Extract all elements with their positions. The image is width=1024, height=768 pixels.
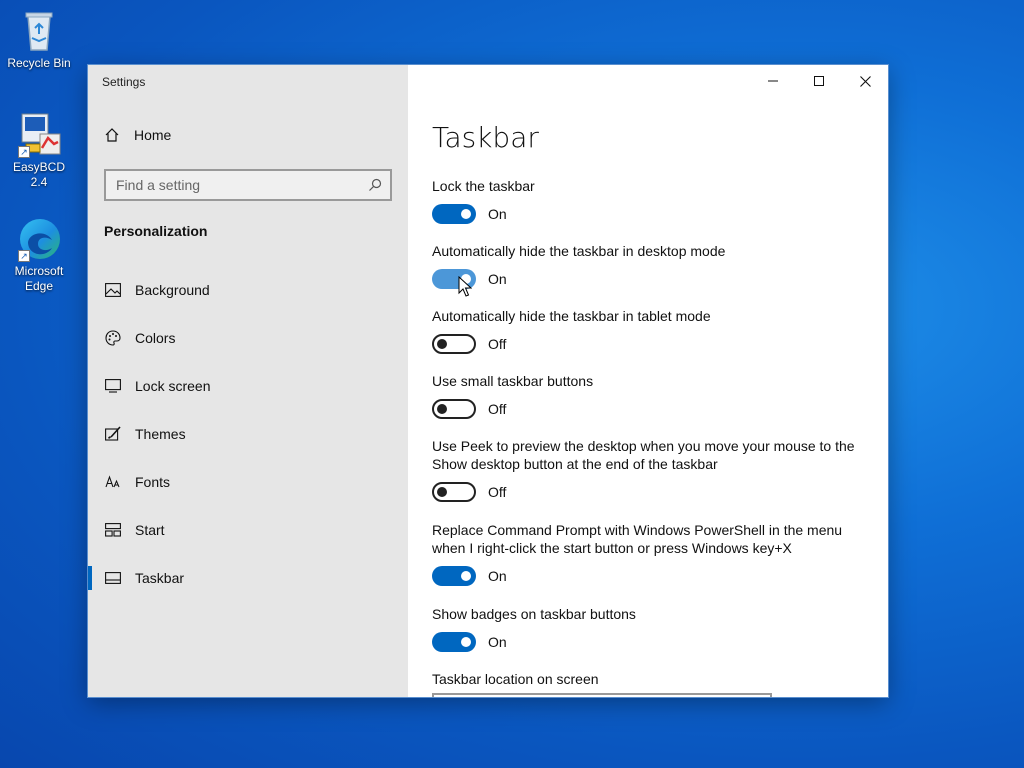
setting-label: when I right-click the start button or p…: [432, 540, 792, 556]
settings-window: Settings Home Personalization Background: [88, 65, 888, 697]
home-icon: [105, 128, 119, 142]
maximize-icon: [814, 76, 824, 86]
nav-list: Background Colors Lock screen Themes Fon…: [88, 266, 408, 602]
sidebar-item-label: Themes: [135, 426, 186, 442]
toggle-state: Off: [488, 401, 507, 417]
nav-home-label: Home: [134, 127, 172, 143]
sidebar-item-background[interactable]: Background: [88, 266, 408, 314]
section-title: Personalization: [104, 223, 208, 239]
toggle-state: Off: [488, 484, 507, 500]
setting-lock-taskbar: Lock the taskbar On: [432, 177, 872, 224]
sidebar-item-fonts[interactable]: Fonts: [88, 458, 408, 506]
setting-label: Automatically hide the taskbar in tablet…: [432, 308, 711, 324]
desktop-icon-recycle-bin[interactable]: Recycle Bin: [4, 8, 74, 71]
window-title: Settings: [102, 75, 146, 89]
desktop-icon-label: Microsoft Edge: [14, 264, 64, 293]
sidebar-item-colors[interactable]: Colors: [88, 314, 408, 362]
picture-icon: [104, 281, 122, 299]
start-grid-icon: [104, 521, 122, 539]
lock-taskbar-toggle[interactable]: [432, 204, 476, 224]
font-icon: [104, 473, 122, 491]
sidebar-item-start[interactable]: Start: [88, 506, 408, 554]
setting-location: Taskbar location on screen: [432, 670, 872, 688]
search-input[interactable]: [116, 177, 356, 193]
setting-autohide-desktop: Automatically hide the taskbar in deskto…: [432, 242, 872, 289]
setting-label: Taskbar location on screen: [432, 671, 599, 687]
setting-label: Use small taskbar buttons: [432, 373, 594, 389]
toggle-state: Off: [488, 336, 507, 352]
peek-toggle[interactable]: [432, 482, 476, 502]
sidebar-item-label: Fonts: [135, 474, 171, 490]
badges-toggle[interactable]: [432, 632, 476, 652]
small-buttons-toggle[interactable]: [432, 399, 476, 419]
desktop-icon-label: Recycle Bin: [7, 56, 71, 70]
nav-home[interactable]: Home: [104, 127, 171, 143]
sidebar-item-lock-screen[interactable]: Lock screen: [88, 362, 408, 410]
close-icon: [859, 75, 871, 87]
brush-icon: [104, 425, 122, 443]
setting-label: Use Peek to preview the desktop when you…: [432, 438, 855, 454]
sidebar-item-label: Colors: [135, 330, 176, 346]
toggle-state: On: [488, 634, 507, 650]
toggle-state: On: [488, 271, 507, 287]
desktop-icon-edge[interactable]: ↗ Microsoft Edge: [4, 216, 74, 294]
monitor-icon: [104, 377, 122, 395]
easybcd-icon: ↗: [16, 112, 62, 158]
maximize-button[interactable]: [796, 65, 842, 97]
palette-icon: [104, 329, 122, 347]
shortcut-arrow-icon: ↗: [18, 250, 30, 262]
autohide-tablet-toggle[interactable]: [432, 334, 476, 354]
search-box[interactable]: [104, 169, 392, 201]
search-icon[interactable]: [368, 178, 382, 192]
sidebar-item-label: Taskbar: [135, 570, 185, 586]
setting-label: Show badges on taskbar buttons: [432, 606, 636, 622]
toggle-state: On: [488, 568, 507, 584]
desktop-icon-easybcd[interactable]: ↗ EasyBCD 2.4: [4, 112, 74, 190]
page-title: Taskbar: [432, 121, 539, 154]
setting-powershell: Replace Command Prompt with Windows Powe…: [432, 521, 872, 586]
sidebar-item-label: Background: [135, 282, 210, 298]
toggle-state: On: [488, 206, 507, 222]
setting-label: Automatically hide the taskbar in deskto…: [432, 243, 726, 259]
sidebar-item-taskbar[interactable]: Taskbar: [88, 554, 408, 602]
setting-autohide-tablet: Automatically hide the taskbar in tablet…: [432, 307, 872, 354]
sidebar-item-label: Start: [135, 522, 165, 538]
taskbar-location-dropdown[interactable]: [432, 693, 772, 697]
close-button[interactable]: [842, 65, 888, 97]
recycle-bin-icon: [16, 8, 62, 54]
sidebar-item-themes[interactable]: Themes: [88, 410, 408, 458]
mouse-cursor-icon: [458, 276, 472, 297]
setting-peek: Use Peek to preview the desktop when you…: [432, 437, 872, 502]
caption-buttons: [750, 65, 888, 97]
setting-label: Lock the taskbar: [432, 178, 535, 194]
minimize-button[interactable]: [750, 65, 796, 97]
edge-icon: ↗: [16, 216, 62, 262]
shortcut-arrow-icon: ↗: [18, 146, 30, 158]
setting-label: Show desktop button at the end of the ta…: [432, 456, 718, 472]
desktop-icon-label: EasyBCD 2.4: [12, 160, 65, 189]
taskbar-icon: [104, 569, 122, 587]
sidebar: Settings Home Personalization Background: [88, 65, 408, 697]
setting-label: Replace Command Prompt with Windows Powe…: [432, 522, 843, 538]
minimize-icon: [768, 80, 778, 82]
powershell-toggle[interactable]: [432, 566, 476, 586]
setting-badges: Show badges on taskbar buttons On: [432, 605, 872, 652]
sidebar-item-label: Lock screen: [135, 378, 211, 394]
setting-small-buttons: Use small taskbar buttons Off: [432, 372, 872, 419]
